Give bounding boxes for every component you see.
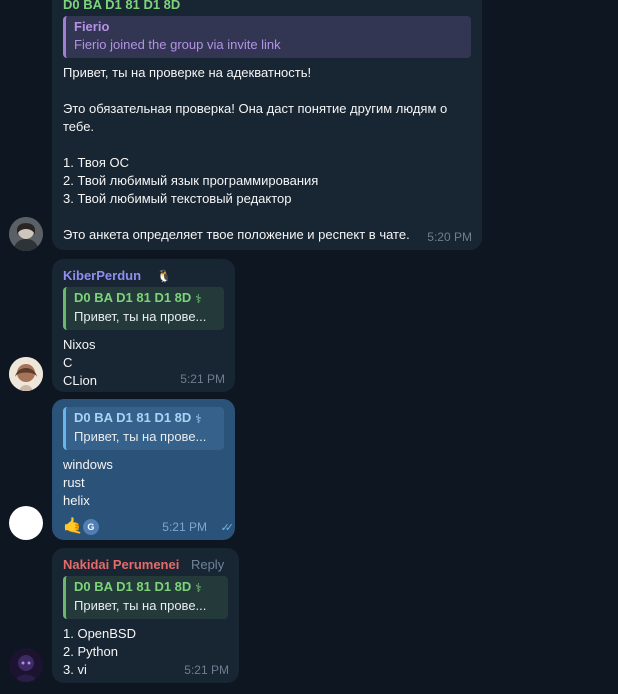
reply-button[interactable]: Reply	[191, 557, 224, 572]
reaction-user-avatar: G	[80, 516, 101, 537]
quote-author: D0 BA D1 81 D1 8D ⚕	[74, 579, 202, 595]
sender-label: KiberPerdun	[63, 268, 142, 283]
quote-author: Fierio	[74, 19, 110, 34]
status-emoji-icon: 🐧	[156, 269, 172, 284]
own-message-bubble[interactable]: D0 BA D1 81 D1 8D ⚕ Привет, ты на прове..…	[52, 399, 235, 540]
sender-name[interactable]: KiberPerdun 🐧	[63, 267, 224, 284]
message-line: 2. Python	[63, 643, 118, 659]
read-double-check-icon: ✓✓	[220, 522, 235, 534]
message-line	[63, 136, 471, 154]
message-bubble[interactable]: D0 BA D1 81 D1 8D Fierio Fierio joined t…	[52, 0, 482, 250]
message-bubble[interactable]: Nakidai Perumenei Reply D0 BA D1 81 D1 8…	[52, 548, 239, 683]
message-line: C	[63, 354, 73, 370]
avatar[interactable]	[9, 357, 43, 391]
message-line: helix	[63, 492, 90, 508]
message-text: Привет, ты на проверке на адекватность! …	[63, 64, 471, 244]
message-line: Привет, ты на проверке на адекватность!	[63, 65, 312, 80]
quote-author: D0 BA D1 81 D1 8D ⚕	[74, 410, 202, 426]
quote-text: Привет, ты на прове...	[74, 428, 207, 444]
quote-author-partial: D0 BA D1 81 D1 8D	[63, 0, 181, 12]
message-line: 1. Твоя ОС	[63, 155, 129, 170]
message-line: Nixos	[63, 336, 96, 352]
premium-emoji-icon: ⚕	[195, 411, 202, 426]
reply-quote[interactable]: D0 BA D1 81 D1 8D ⚕ Привет, ты на прове..…	[63, 287, 224, 330]
sender-name[interactable]: Nakidai Perumenei Reply	[63, 556, 228, 573]
avatar-photo-icon	[9, 217, 43, 251]
quote-author: D0 BA D1 81 D1 8D ⚕	[74, 290, 202, 306]
message-time: 5:21 PM	[184, 663, 229, 677]
avatar-photo-icon	[9, 648, 43, 682]
reply-quote[interactable]: D0 BA D1 81 D1 8D ⚕ Привет, ты на прове..…	[63, 576, 228, 619]
message-line: rust	[63, 474, 85, 490]
message-line	[63, 82, 471, 100]
message-line: Это анкета определяет твое положение и р…	[63, 227, 410, 242]
quote-text: Привет, ты на прове...	[74, 597, 207, 613]
message-time: 5:20 PM	[427, 230, 472, 244]
premium-emoji-icon: ⚕	[195, 291, 202, 306]
avatar[interactable]	[9, 648, 43, 682]
reply-quote[interactable]: Fierio Fierio joined the group via invit…	[63, 16, 471, 58]
premium-emoji-icon: ⚕	[195, 580, 202, 595]
message-bubble[interactable]: KiberPerdun 🐧 D0 BA D1 81 D1 8D ⚕ Привет,…	[52, 259, 235, 392]
avatar[interactable]	[9, 506, 43, 540]
message-line	[63, 208, 471, 226]
quote-text: Привет, ты на прове...	[74, 308, 207, 324]
message-line: 3. Твой любимый текстовый редактор	[63, 191, 292, 206]
sender-label: Nakidai Perumenei	[63, 557, 180, 572]
quote-text: Fierio joined the group via invite link	[74, 37, 281, 52]
reaction-emoji: 🤙	[63, 517, 83, 535]
message-line: тебе.	[63, 119, 95, 134]
message-line: Это обязательная проверка! Она даст поня…	[63, 101, 448, 116]
message-line: 1. OpenBSD	[63, 625, 136, 641]
message-line: windows	[63, 456, 113, 472]
message-time: 5:21 PM	[180, 372, 225, 386]
reply-quote[interactable]: D0 BA D1 81 D1 8D ⚕ Привет, ты на прове..…	[63, 407, 224, 450]
message-line: 2. Твой любимый язык программирования	[63, 173, 319, 188]
message-time: 5:21 PM	[162, 520, 207, 534]
avatar[interactable]	[9, 217, 43, 251]
avatar-photo-icon	[9, 357, 43, 391]
